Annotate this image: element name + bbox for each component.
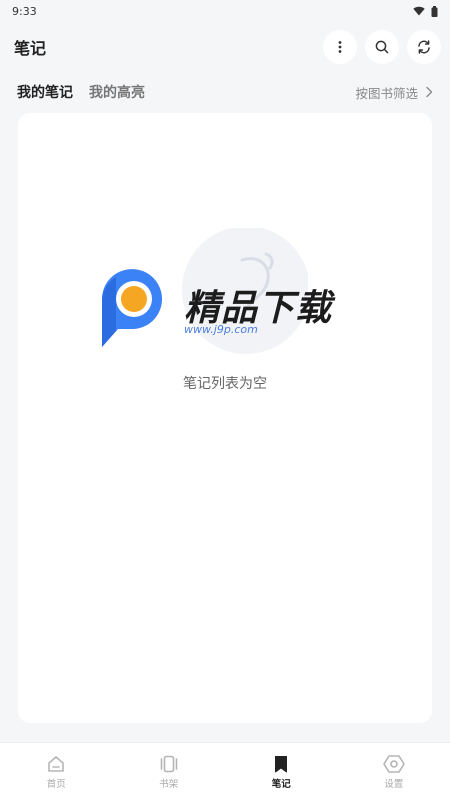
- filter-label: 按图书筛选: [355, 85, 418, 101]
- nav-label-bookshelf: 书架: [159, 778, 179, 790]
- wifi-icon: [413, 6, 425, 16]
- nav-item-settings[interactable]: 设置: [354, 754, 434, 790]
- nav-label-settings: 设置: [384, 778, 404, 790]
- nav-label-home: 首页: [46, 778, 66, 790]
- bottom-navigation: 首页 书架 笔记 设置: [0, 742, 450, 800]
- empty-state-message: 笔记列表为空: [183, 376, 267, 392]
- settings-icon: [382, 754, 405, 773]
- status-bar: 9:33: [0, 0, 450, 22]
- sync-button[interactable]: [407, 30, 441, 64]
- tab-my-highlights[interactable]: 我的高亮: [89, 82, 145, 102]
- more-button[interactable]: [323, 30, 357, 64]
- refresh-icon: [418, 40, 430, 54]
- app-header: 笔记: [0, 28, 450, 66]
- watermark-url: www.j9p.com: [184, 323, 258, 336]
- nav-item-notes[interactable]: 笔记: [241, 754, 321, 790]
- bookshelf-icon: [160, 755, 178, 772]
- status-time: 9:33: [12, 4, 37, 18]
- filter-by-book-button[interactable]: 按图书筛选: [355, 83, 434, 102]
- tab-my-notes[interactable]: 我的笔记: [17, 82, 73, 102]
- nav-item-bookshelf[interactable]: 书架: [129, 754, 209, 790]
- notes-tabs: 我的笔记 我的高亮: [17, 82, 145, 102]
- chevron-right-icon: [426, 86, 433, 98]
- bookmark-icon: [275, 755, 288, 772]
- watermark-p-logo-icon: [102, 269, 162, 347]
- battery-icon: [431, 5, 438, 17]
- nav-item-home[interactable]: 首页: [16, 754, 96, 790]
- tabs-row: 我的笔记 我的高亮 按图书筛选: [0, 78, 450, 106]
- more-vertical-icon: [338, 41, 342, 53]
- search-icon: [375, 40, 389, 54]
- watermark-logo: 精品下载 www.j9p.com: [96, 269, 356, 353]
- header-actions: [323, 30, 441, 64]
- notes-list-card: 精品下载 www.j9p.com 笔记列表为空: [18, 113, 432, 723]
- status-icons: [413, 5, 438, 17]
- page-title: 笔记: [14, 39, 47, 58]
- search-button[interactable]: [365, 30, 399, 64]
- nav-label-notes: 笔记: [271, 778, 291, 790]
- home-icon: [48, 755, 65, 772]
